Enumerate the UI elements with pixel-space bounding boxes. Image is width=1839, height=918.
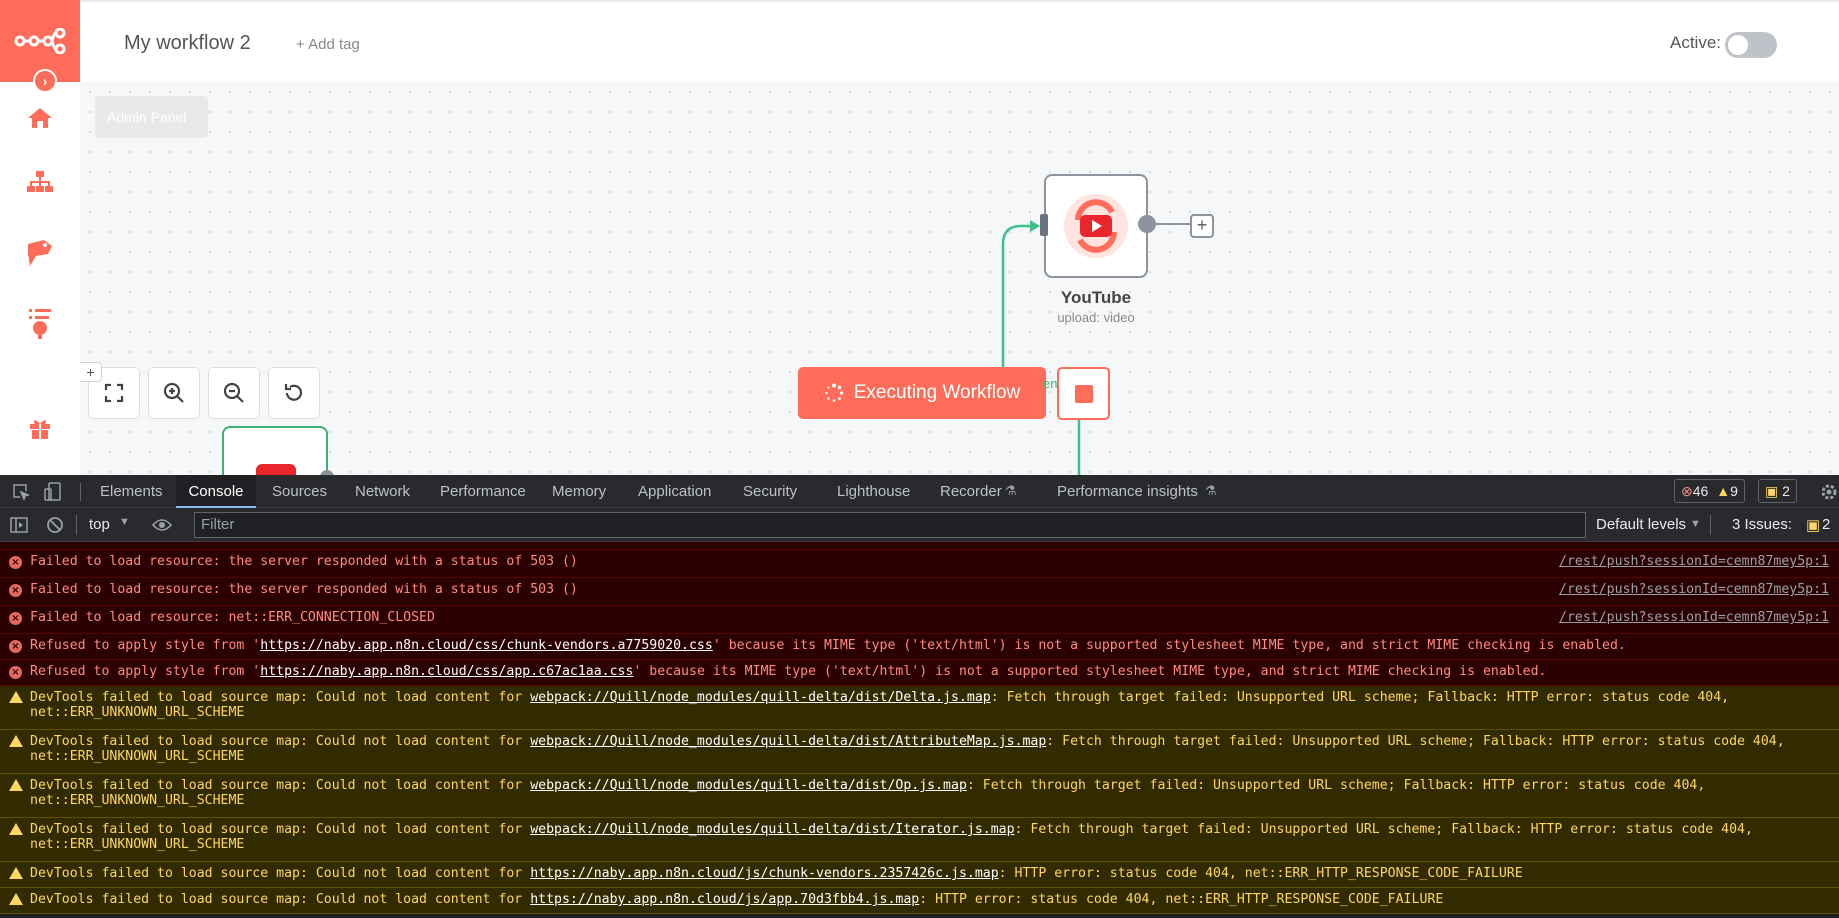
- warning-icon: ▲: [1716, 483, 1731, 499]
- issue-icon: ▣: [1806, 517, 1821, 534]
- source-map-link[interactable]: https://naby.app.n8n.cloud/js/app.70d3fb…: [530, 892, 919, 907]
- tab-recorder[interactable]: Recorder: [938, 475, 1004, 508]
- css-link[interactable]: https://naby.app.n8n.cloud/css/app.c67ac…: [260, 664, 633, 679]
- warning-icon: [9, 867, 23, 879]
- error-icon: ⊗: [1681, 483, 1693, 499]
- console-message-warning: DevTools failed to load source map: Coul…: [0, 730, 1839, 774]
- console-message-warning: DevTools failed to load source map: Coul…: [0, 862, 1839, 888]
- devtools-panel: Elements Console Sources Network Perform…: [0, 475, 1839, 918]
- tab-lighthouse[interactable]: Lighthouse: [835, 475, 912, 508]
- tab-console[interactable]: Console: [176, 475, 256, 508]
- clear-console-icon[interactable]: [46, 516, 64, 534]
- source-map-link[interactable]: https://naby.app.n8n.cloud/js/chunk-vend…: [530, 866, 998, 881]
- warning-icon: [9, 735, 23, 747]
- spinner-icon: [825, 383, 843, 402]
- executing-workflow-button[interactable]: Executing Workflow: [798, 367, 1046, 419]
- settings-icon[interactable]: [1819, 482, 1839, 502]
- filter-input[interactable]: Filter: [194, 512, 1586, 538]
- node-icon: [256, 464, 296, 475]
- error-icon: ×: [9, 584, 22, 597]
- eye-icon[interactable]: [152, 518, 172, 532]
- edge-label: en: [1043, 376, 1058, 391]
- tab-sources[interactable]: Sources: [270, 475, 329, 508]
- inspect-element-icon[interactable]: [12, 483, 30, 501]
- console-messages: × Failed to load resource: the server re…: [0, 542, 1839, 918]
- warning-icon: [9, 893, 23, 905]
- error-icon: ×: [9, 640, 22, 653]
- tab-performance[interactable]: Performance: [438, 475, 528, 508]
- console-message-warning: DevTools failed to load source map: Coul…: [0, 818, 1839, 862]
- console-message-error: × Refused to apply style from 'https://n…: [0, 634, 1839, 660]
- n8n-app: My workflow 2 + Add tag Active: S: [0, 0, 1839, 475]
- tab-memory[interactable]: Memory: [550, 475, 608, 508]
- console-message-error: × Failed to load resource: the server re…: [0, 578, 1839, 606]
- source-link[interactable]: /rest/push?sessionId=cemn87mey5p:1: [1559, 554, 1829, 569]
- tab-security[interactable]: Security: [741, 475, 799, 508]
- trigger-node[interactable]: [222, 426, 328, 475]
- warning-icon: [9, 779, 23, 791]
- tab-elements[interactable]: Elements: [98, 475, 165, 508]
- node-name: YouTube: [1060, 288, 1132, 307]
- stop-execution-button[interactable]: [1057, 367, 1110, 420]
- console-message-error: × Refused to apply style from 'https://n…: [0, 660, 1839, 686]
- source-link[interactable]: /rest/push?sessionId=cemn87mey5p:1: [1559, 582, 1829, 597]
- tab-performance-insights[interactable]: Performance insights: [1055, 475, 1200, 508]
- console-message-warning: DevTools failed to load source map: Coul…: [0, 774, 1839, 818]
- log-levels-dropdown[interactable]: Default levels: [1596, 516, 1686, 533]
- source-map-link[interactable]: webpack://Quill/node_modules/quill-delta…: [530, 822, 1014, 837]
- warning-icon: [9, 691, 23, 703]
- console-message-warning: DevTools failed to load source map: Coul…: [0, 888, 1839, 914]
- tab-network[interactable]: Network: [353, 475, 412, 508]
- warning-icon: [9, 823, 23, 835]
- chevron-down-icon: ▼: [119, 516, 130, 528]
- executing-label: Executing Workflow: [853, 382, 1021, 403]
- source-map-link[interactable]: webpack://Quill/node_modules/quill-delta…: [530, 690, 991, 705]
- node-output-handle[interactable]: [1138, 215, 1156, 233]
- error-icon: ×: [9, 556, 22, 569]
- issue-icon: ▣: [1765, 483, 1779, 499]
- source-map-link[interactable]: webpack://Quill/node_modules/quill-delta…: [530, 778, 967, 793]
- stop-icon: [1074, 384, 1093, 403]
- css-link[interactable]: https://naby.app.n8n.cloud/css/chunk-ven…: [260, 638, 713, 653]
- error-warning-counter[interactable]: ⊗46 ▲9: [1674, 479, 1745, 503]
- issues-counter[interactable]: ▣ 2: [1758, 479, 1797, 503]
- youtube-node[interactable]: [1044, 174, 1148, 278]
- source-link[interactable]: /rest/push?sessionId=cemn87mey5p:1: [1559, 610, 1829, 625]
- youtube-icon: [1075, 199, 1117, 253]
- console-toolbar: top ▼ Filter Default levels ▼ 3 Issues: …: [0, 508, 1839, 542]
- sidebar-toggle-icon[interactable]: [10, 517, 28, 533]
- add-next-node-button[interactable]: +: [1190, 214, 1214, 238]
- console-message-error: × Failed to load resource: the server re…: [0, 550, 1839, 578]
- issues-label[interactable]: 3 Issues:: [1732, 516, 1792, 533]
- flask-icon: ⚗: [1005, 483, 1017, 498]
- chevron-down-icon: ▼: [1690, 518, 1701, 530]
- error-icon: ×: [9, 666, 22, 679]
- node-subtitle: upload: video: [1057, 310, 1135, 325]
- console-message-warning: DevTools failed to load source map: Coul…: [0, 686, 1839, 730]
- flask-icon: ⚗: [1205, 483, 1217, 498]
- source-map-link[interactable]: webpack://Quill/node_modules/quill-delta…: [530, 734, 1046, 749]
- tab-application[interactable]: Application: [636, 475, 713, 508]
- issues-count: 2: [1822, 516, 1831, 533]
- node-input-handle[interactable]: [1040, 214, 1048, 236]
- devtools-tab-bar: Elements Console Sources Network Perform…: [0, 475, 1839, 508]
- device-toolbar-icon[interactable]: [44, 482, 62, 502]
- context-selector[interactable]: top: [89, 516, 110, 533]
- error-icon: ×: [9, 612, 22, 625]
- console-message-error: × Failed to load resource: net::ERR_CONN…: [0, 606, 1839, 634]
